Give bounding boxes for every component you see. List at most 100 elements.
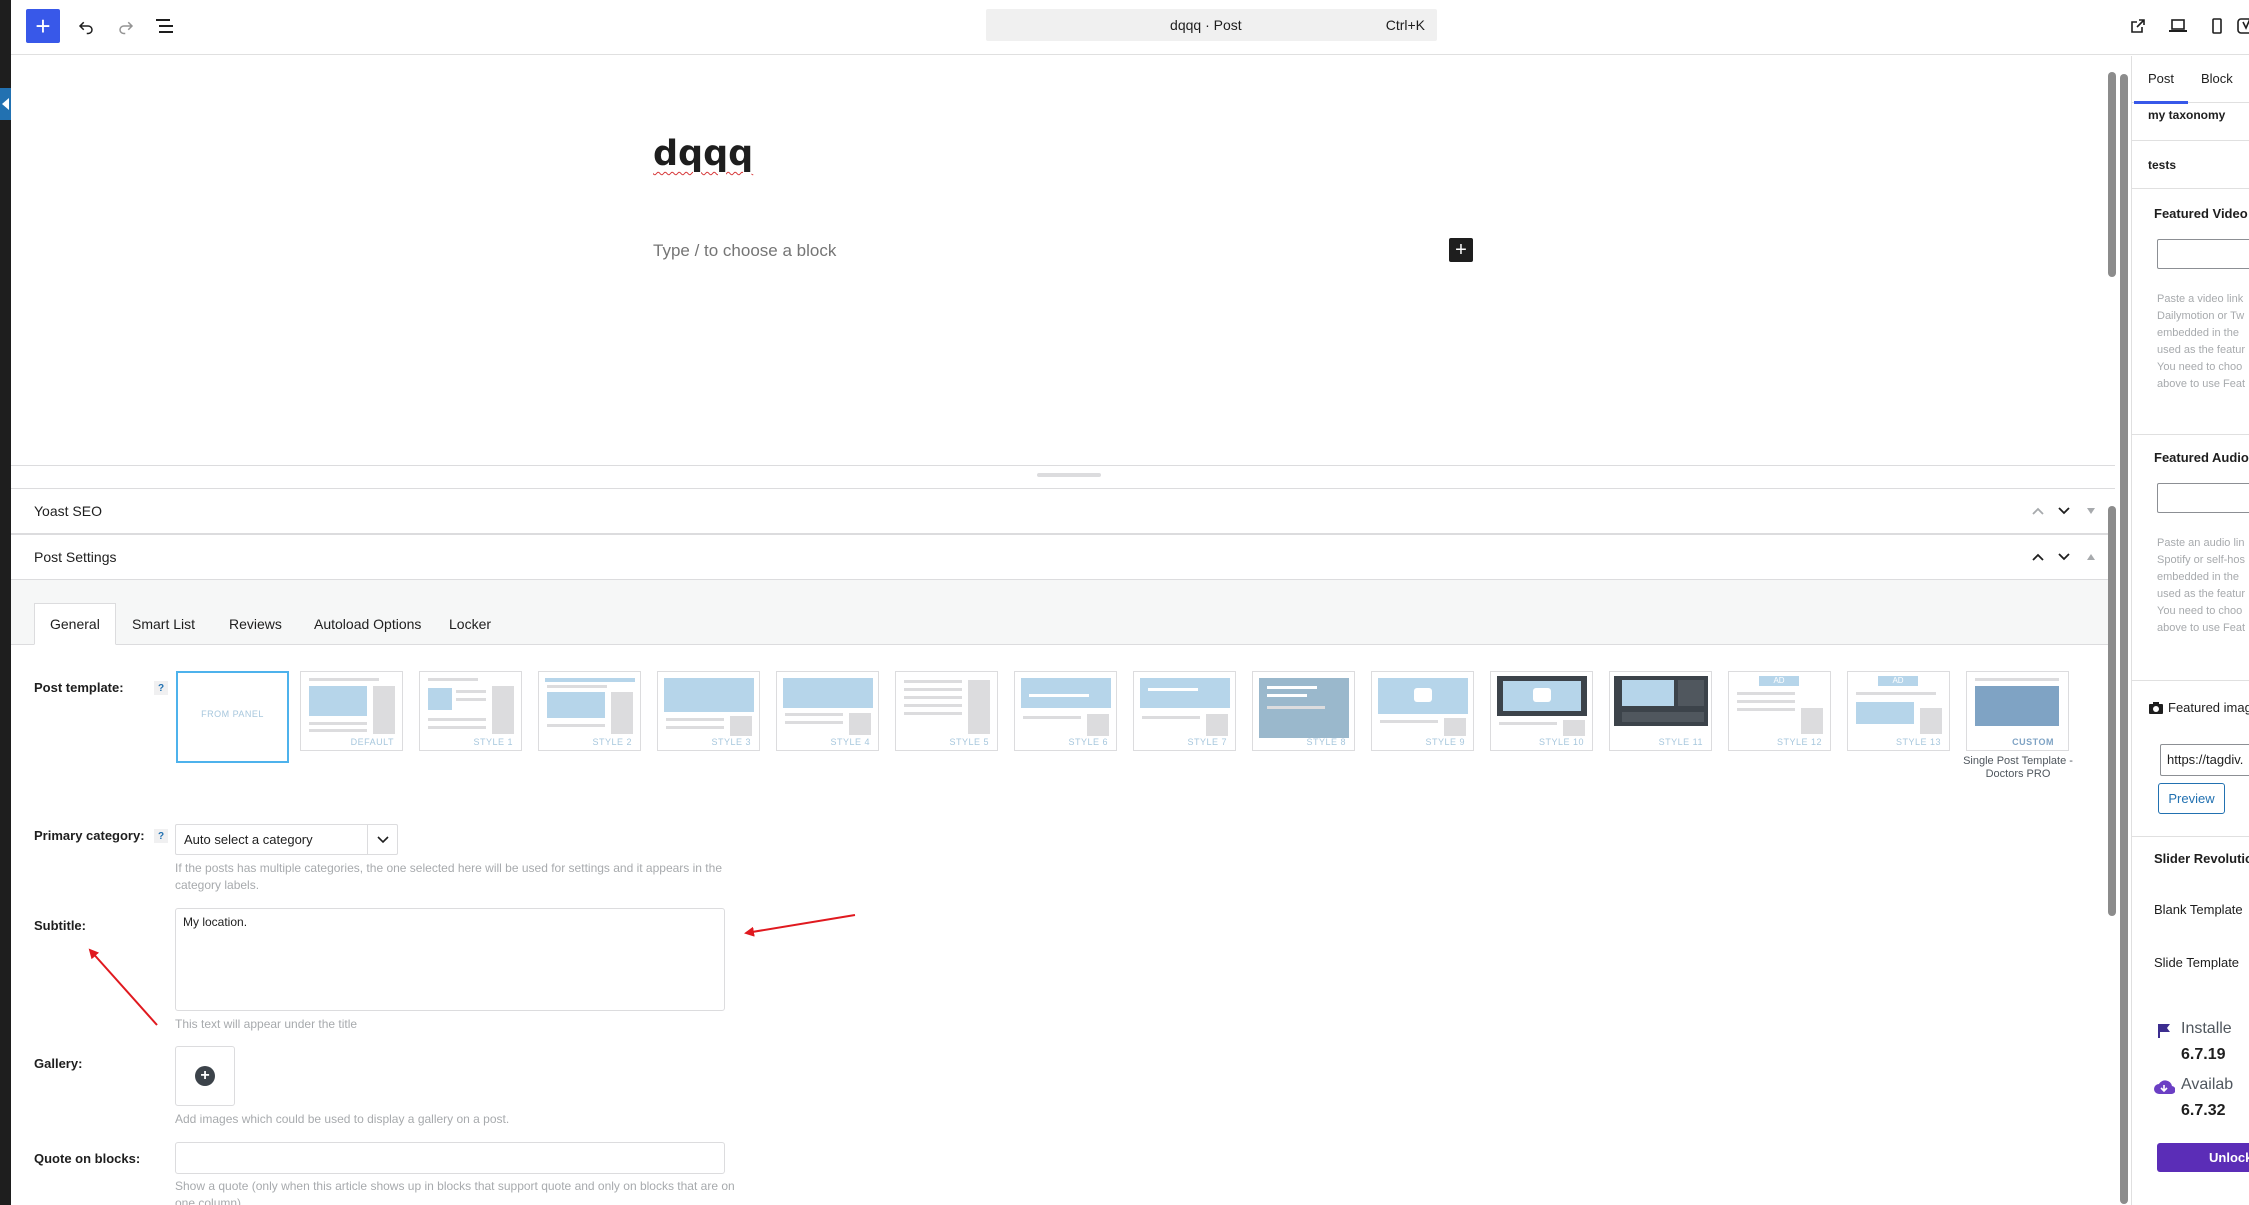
yoast-icon [2237, 18, 2249, 34]
template-style-5[interactable]: STYLE 5 [895, 671, 998, 751]
template-label: STYLE 5 [949, 737, 989, 747]
post-settings-tabs: General Smart List Reviews Autoload Opti… [11, 580, 2115, 645]
move-down-icon[interactable] [2052, 499, 2076, 523]
template-label: STYLE 13 [1895, 737, 1941, 747]
subtitle-textarea[interactable]: My location. [175, 908, 725, 1011]
post-template-label: Post template: [34, 680, 124, 695]
metabox-resize-handle[interactable] [1037, 473, 1101, 477]
canvas-scroll-thumb[interactable] [2108, 72, 2116, 277]
editor-canvas: dqqq Type / to choose a block + [11, 56, 2115, 466]
document-title: dqqq · Post [1170, 17, 1242, 33]
tab-smart-list[interactable]: Smart List [117, 603, 210, 645]
featured-video-input[interactable] [2157, 239, 2249, 269]
template-label: STYLE 10 [1538, 737, 1584, 747]
undo-button[interactable] [69, 9, 103, 43]
inline-add-block-button[interactable]: + [1449, 238, 1473, 262]
yoast-seo-metabox-header[interactable]: Yoast SEO [11, 488, 2115, 534]
custom-template-caption: Single Post Template - Doctors PRO [1963, 755, 2073, 780]
redo-button[interactable] [109, 9, 143, 43]
toggle-panel-icon[interactable] [2079, 499, 2103, 523]
template-label: STYLE 12 [1776, 737, 1822, 747]
slide-template-option[interactable]: Slide Template [2154, 955, 2239, 970]
desktop-preview-button[interactable] [2161, 9, 2195, 43]
installed-version: 6.7.19 [2181, 1046, 2226, 1063]
sidebar-divider [2132, 836, 2249, 837]
featured-audio-input[interactable] [2157, 483, 2249, 513]
template-style-4[interactable]: STYLE 4 [776, 671, 879, 751]
template-style-11[interactable]: STYLE 11 [1609, 671, 1712, 751]
yoast-button[interactable] [2229, 9, 2249, 43]
template-style-7[interactable]: STYLE 7 [1133, 671, 1236, 751]
template-style-10[interactable]: STYLE 10 [1490, 671, 1593, 751]
quote-on-blocks-input[interactable] [175, 1142, 725, 1174]
tab-block[interactable]: Block [2201, 71, 2233, 86]
plus-circle-icon: + [195, 1066, 215, 1086]
laptop-icon [2169, 19, 2187, 32]
unlock-button[interactable]: Unlock [2157, 1143, 2249, 1172]
yoast-seo-title: Yoast SEO [34, 503, 102, 519]
admin-sidebar-strip [0, 0, 11, 1205]
tab-locker[interactable]: Locker [434, 603, 506, 645]
primary-category-help-button[interactable]: ? [154, 829, 168, 843]
post-settings-metabox-header[interactable]: Post Settings [11, 534, 2115, 580]
template-style-3[interactable]: STYLE 3 [657, 671, 760, 751]
gallery-add-button[interactable]: + [175, 1046, 235, 1106]
flag-icon [2158, 1024, 2170, 1038]
blank-template-option[interactable]: Blank Template [2154, 902, 2243, 917]
move-down-icon[interactable] [2052, 545, 2076, 569]
template-from-panel[interactable]: FROM PANEL [176, 671, 289, 763]
slider-revolution-title: Slider Revolutio [2154, 851, 2249, 866]
toggle-panel-icon[interactable] [2079, 545, 2103, 569]
phone-icon [2212, 18, 2222, 34]
template-custom[interactable]: CUSTOM [1966, 671, 2069, 751]
post-template-help-button[interactable]: ? [154, 681, 168, 695]
redo-icon [119, 21, 134, 35]
template-label: STYLE 1 [473, 737, 513, 747]
template-style-1[interactable]: STYLE 1 [419, 671, 522, 751]
featured-image-url-input[interactable]: https://tagdiv. [2160, 744, 2249, 776]
template-style-8[interactable]: STYLE 8 [1252, 671, 1355, 751]
block-placeholder[interactable]: Type / to choose a block [653, 241, 836, 261]
block-inserter-button[interactable]: + [26, 9, 60, 43]
tests-label[interactable]: tests [2148, 158, 2176, 172]
template-label: STYLE 11 [1658, 737, 1703, 747]
template-style-2[interactable]: STYLE 2 [538, 671, 641, 751]
tab-general[interactable]: General [34, 603, 116, 645]
view-post-button[interactable] [2121, 9, 2155, 43]
template-style-12[interactable]: AD STYLE 12 [1728, 671, 1831, 751]
gallery-help: Add images which could be used to displa… [175, 1112, 510, 1126]
template-label: STYLE 2 [592, 737, 632, 747]
document-overview-button[interactable] [148, 9, 182, 43]
sidebar-scrollbar[interactable] [2120, 56, 2128, 1205]
undo-icon [78, 21, 93, 35]
sidebar-divider [2132, 434, 2249, 435]
my-taxonomy-label[interactable]: my taxonomy [2148, 108, 2225, 122]
tab-post[interactable]: Post [2133, 71, 2189, 104]
ad-label: AD [1759, 676, 1799, 686]
move-up-icon[interactable] [2026, 499, 2050, 523]
template-label: STYLE 9 [1425, 737, 1465, 747]
ad-label: AD [1878, 676, 1918, 686]
command-palette-bar[interactable]: dqqq · Post Ctrl+K [986, 9, 1437, 41]
featured-video-title: Featured Video [2154, 206, 2248, 221]
primary-category-select[interactable]: Auto select a category [175, 824, 398, 855]
featured-image-preview-button[interactable]: Preview [2158, 783, 2225, 814]
move-up-icon[interactable] [2026, 545, 2050, 569]
template-style-13[interactable]: AD STYLE 13 [1847, 671, 1950, 751]
sidebar-scroll-thumb[interactable] [2120, 74, 2128, 1204]
featured-audio-help: Paste an audio lin Spotify or self-hos e… [2157, 537, 2246, 634]
tab-autoload-options[interactable]: Autoload Options [299, 603, 436, 645]
primary-category-help: If the posts has multiple categories, th… [175, 861, 722, 892]
metabox-scrollbar[interactable] [2108, 488, 2116, 1205]
template-label: STYLE 8 [1306, 737, 1346, 747]
template-style-9[interactable]: STYLE 9 [1371, 671, 1474, 751]
post-title[interactable]: dqqq [653, 134, 753, 174]
tab-reviews[interactable]: Reviews [214, 603, 297, 645]
chevron-down-icon [367, 825, 397, 854]
collapse-arrow-icon[interactable] [0, 88, 11, 120]
template-style-6[interactable]: STYLE 6 [1014, 671, 1117, 751]
metabox-scroll-thumb[interactable] [2108, 506, 2116, 916]
canvas-scrollbar[interactable] [2108, 60, 2116, 460]
template-default[interactable]: DEFAULT [300, 671, 403, 751]
command-shortcut: Ctrl+K [1385, 17, 1425, 33]
